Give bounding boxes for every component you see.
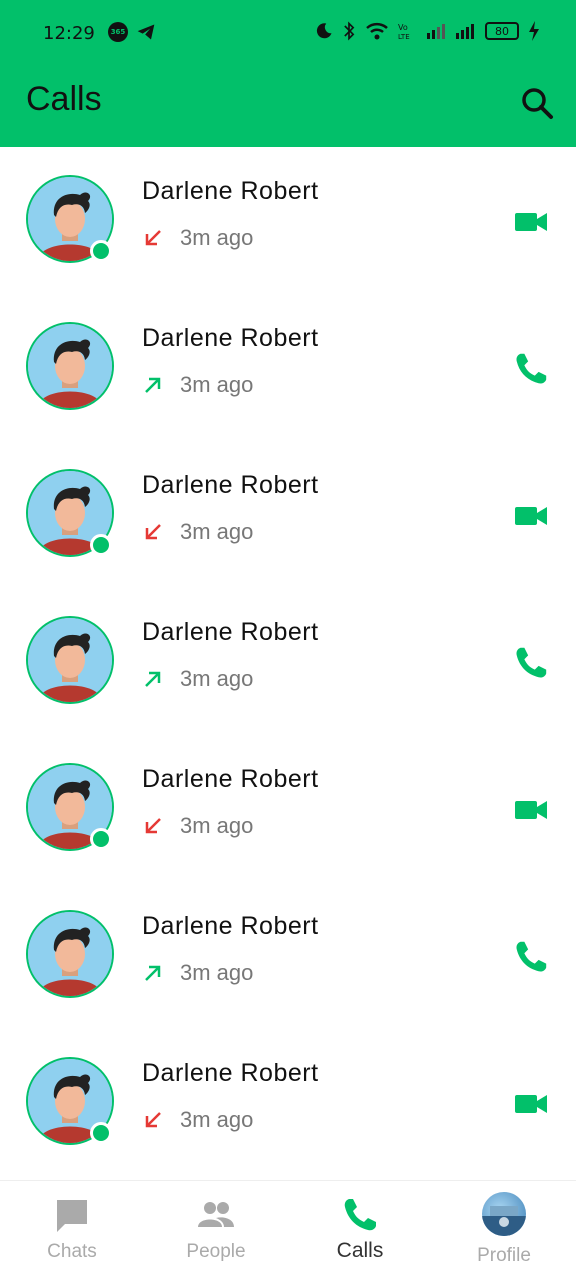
contact-avatar[interactable] <box>26 616 114 704</box>
call-meta: 3m ago <box>142 813 253 839</box>
voice-call-icon[interactable] <box>512 350 550 388</box>
svg-text:LTE: LTE <box>398 33 410 41</box>
call-time: 3m ago <box>180 225 254 250</box>
bottom-navigation: Chats People Calls Profile <box>0 1180 576 1281</box>
call-time: 3m ago <box>180 372 254 397</box>
people-icon <box>198 1202 234 1227</box>
nav-chats[interactable]: Chats <box>0 1181 144 1281</box>
app-365-icon: 365 <box>108 22 128 42</box>
call-time: 3m ago <box>180 1107 254 1132</box>
charging-icon <box>529 21 539 41</box>
missed-call-arrow-icon <box>145 1112 161 1128</box>
outgoing-call-arrow-icon <box>145 965 161 981</box>
online-indicator <box>90 1122 112 1144</box>
status-time: 12:29 <box>43 23 95 44</box>
call-time: 3m ago <box>180 960 254 985</box>
page-title: Calls <box>26 80 102 118</box>
nav-chats-label: Chats <box>47 1241 97 1262</box>
online-indicator <box>90 240 112 262</box>
call-row[interactable]: Darlene Robert 3m ago <box>0 441 576 588</box>
call-row[interactable]: Darlene Robert 3m ago <box>0 147 576 294</box>
outgoing-call-arrow-icon <box>145 671 161 687</box>
app-bar: 12:29 365 Vo LTE 80 Calls <box>0 0 576 147</box>
missed-call-arrow-icon <box>145 230 161 246</box>
missed-call-arrow-icon <box>145 524 161 540</box>
video-call-icon[interactable] <box>512 791 550 829</box>
call-meta: 3m ago <box>142 519 253 545</box>
video-call-icon[interactable] <box>512 203 550 241</box>
contact-name: Darlene Robert <box>142 1059 319 1087</box>
call-row[interactable]: Darlene Robert 3m ago <box>0 735 576 882</box>
call-row[interactable]: Darlene Robert 3m ago <box>0 294 576 441</box>
video-call-icon[interactable] <box>512 1085 550 1123</box>
svg-text:Vo: Vo <box>398 23 408 32</box>
status-bar: 12:29 365 Vo LTE 80 <box>0 0 576 66</box>
contact-avatar[interactable] <box>26 910 114 998</box>
signal-icon <box>427 24 445 39</box>
call-meta: 3m ago <box>142 666 253 692</box>
telegram-icon <box>137 24 155 40</box>
contact-name: Darlene Robert <box>142 324 319 352</box>
call-row[interactable]: Darlene Robert 3m ago <box>0 588 576 735</box>
profile-avatar <box>482 1192 526 1236</box>
voice-call-icon[interactable] <box>512 644 550 682</box>
video-call-icon[interactable] <box>512 497 550 535</box>
call-time: 3m ago <box>180 813 254 838</box>
bluetooth-icon <box>344 21 355 41</box>
nav-profile[interactable]: Profile <box>432 1181 576 1281</box>
nav-people-label: People <box>186 1241 246 1262</box>
outgoing-call-arrow-icon <box>145 377 161 393</box>
call-meta: 3m ago <box>142 960 253 986</box>
call-meta: 3m ago <box>142 225 253 251</box>
nav-people[interactable]: People <box>144 1181 288 1281</box>
call-row[interactable]: Darlene Robert 3m ago <box>0 1029 576 1176</box>
search-icon[interactable] <box>518 84 558 124</box>
call-row[interactable]: Darlene Robert 3m ago <box>0 882 576 1029</box>
moon-icon <box>316 23 332 39</box>
contact-name: Darlene Robert <box>142 471 319 499</box>
online-indicator <box>90 534 112 556</box>
missed-call-arrow-icon <box>145 818 161 834</box>
contact-name: Darlene Robert <box>142 618 319 646</box>
nav-calls[interactable]: Calls <box>288 1181 432 1281</box>
contact-name: Darlene Robert <box>142 765 319 793</box>
volte-icon: VoLTE <box>398 23 410 41</box>
call-list: Darlene Robert 3m ago Darlene Robert 3m ago… <box>0 147 576 1176</box>
call-time: 3m ago <box>180 666 254 691</box>
voice-call-icon[interactable] <box>512 938 550 976</box>
contact-name: Darlene Robert <box>142 912 319 940</box>
contact-avatar[interactable] <box>26 322 114 410</box>
contact-name: Darlene Robert <box>142 177 319 205</box>
signal-icon-2 <box>456 24 474 39</box>
battery-indicator: 80 <box>485 22 519 40</box>
nav-calls-label: Calls <box>336 1239 384 1262</box>
online-indicator <box>90 828 112 850</box>
chat-icon <box>57 1200 87 1232</box>
nav-profile-label: Profile <box>477 1245 531 1266</box>
call-meta: 3m ago <box>142 1107 253 1133</box>
wifi-icon <box>366 23 388 40</box>
call-meta: 3m ago <box>142 372 253 398</box>
phone-icon <box>344 1199 376 1231</box>
call-time: 3m ago <box>180 519 254 544</box>
